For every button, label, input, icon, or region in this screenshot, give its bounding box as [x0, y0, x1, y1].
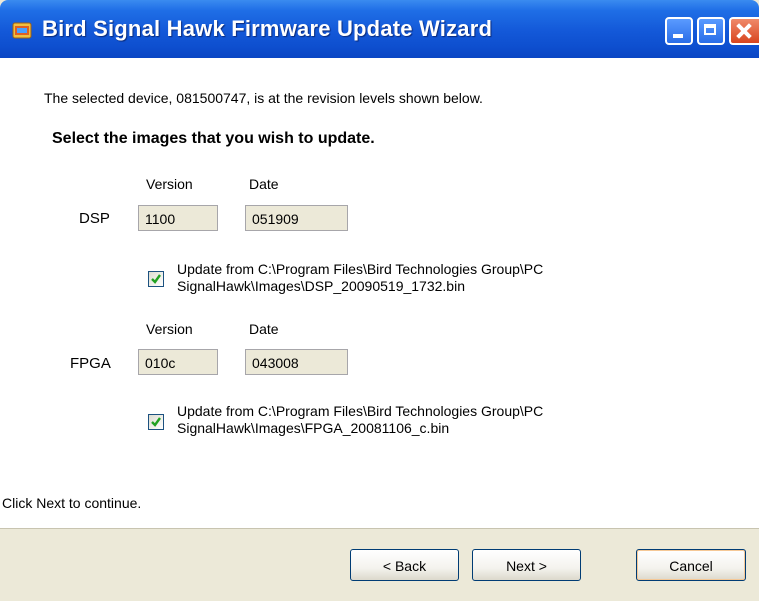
dsp-label: DSP	[79, 210, 110, 227]
fpga-update-path-line2: SignalHawk\Images\FPGA_20081106_c.bin	[177, 420, 450, 436]
back-button[interactable]: < Back	[350, 549, 459, 581]
fpga-version-field: 010c	[138, 349, 218, 375]
wizard-content: The selected device, 081500747, is at th…	[0, 58, 759, 529]
dsp-update-checkbox[interactable]	[148, 271, 164, 287]
button-bar: < Back Next > Cancel	[0, 529, 759, 601]
maximize-icon[interactable]	[697, 17, 725, 45]
fpga-date-header: Date	[249, 321, 279, 337]
checkmark-icon	[151, 274, 161, 284]
dsp-date-header: Date	[249, 176, 279, 192]
dsp-update-path-line2: SignalHawk\Images\DSP_20090519_1732.bin	[177, 278, 465, 294]
close-icon[interactable]	[729, 17, 759, 45]
fpga-version-header: Version	[146, 321, 193, 337]
cancel-button[interactable]: Cancel	[636, 549, 746, 581]
minimize-icon[interactable]	[665, 17, 693, 45]
instruction-heading: Select the images that you wish to updat…	[52, 130, 375, 147]
fpga-update-path-line1: Update from C:\Program Files\Bird Techno…	[177, 403, 544, 419]
app-icon	[12, 20, 32, 40]
window-title: Bird Signal Hawk Firmware Update Wizard	[42, 16, 493, 41]
intro-text: The selected device, 081500747, is at th…	[44, 90, 483, 106]
title-bar[interactable]: Bird Signal Hawk Firmware Update Wizard	[0, 0, 759, 58]
status-text: Click Next to continue.	[2, 495, 142, 511]
dsp-version-header: Version	[146, 176, 193, 192]
fpga-update-checkbox[interactable]	[148, 414, 164, 430]
dsp-date-field: 051909	[245, 205, 348, 231]
fpga-label: FPGA	[70, 355, 111, 372]
next-button[interactable]: Next >	[472, 549, 581, 581]
wizard-window: Bird Signal Hawk Firmware Update Wizard …	[0, 0, 759, 601]
fpga-date-field: 043008	[245, 349, 348, 375]
dsp-update-path-line1: Update from C:\Program Files\Bird Techno…	[177, 261, 544, 277]
dsp-version-field: 1100	[138, 205, 218, 231]
checkmark-icon	[151, 417, 161, 427]
